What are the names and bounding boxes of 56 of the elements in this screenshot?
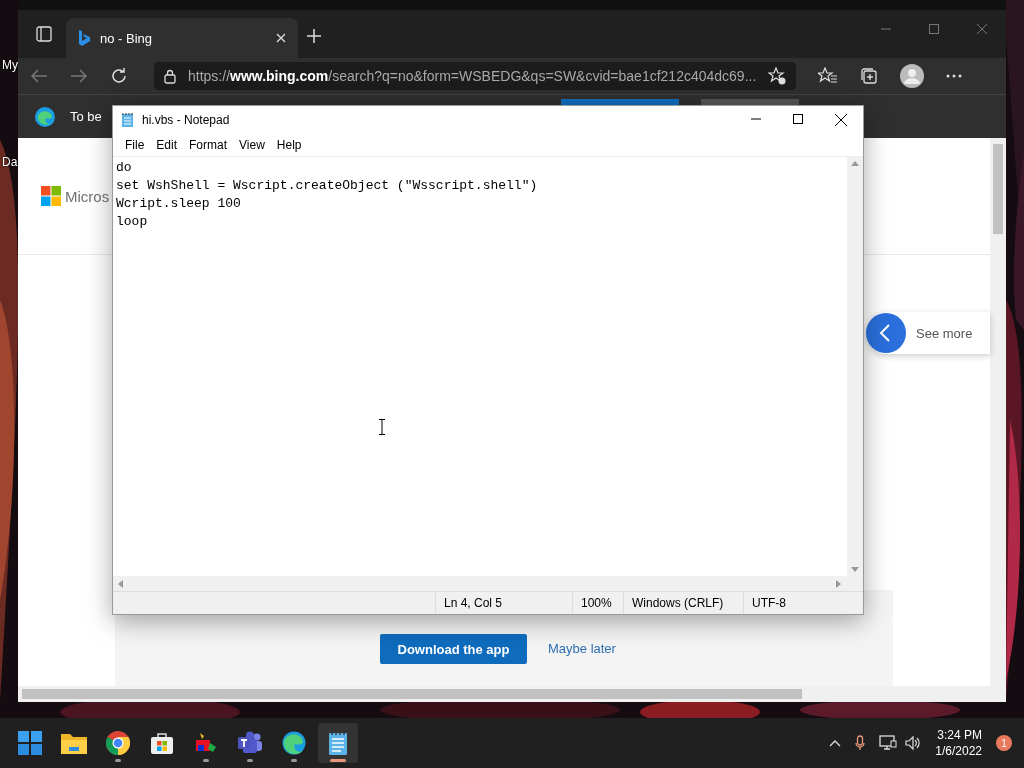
maybe-later-link[interactable]: Maybe later xyxy=(548,634,616,664)
lock-icon xyxy=(164,68,176,84)
window-title: hi.vbs - Notepad xyxy=(142,113,230,127)
store-icon[interactable] xyxy=(150,731,174,755)
notepad-icon[interactable] xyxy=(328,730,348,756)
vertical-scrollbar[interactable] xyxy=(990,138,1006,686)
status-field: Ln 4, Col 5 xyxy=(435,592,572,614)
teams-icon[interactable] xyxy=(237,731,263,755)
volume-icon[interactable] xyxy=(905,735,922,751)
menu-item[interactable]: Edit xyxy=(150,138,184,152)
star-plus-icon[interactable] xyxy=(768,67,787,85)
profile-avatar-icon[interactable] xyxy=(900,64,925,88)
see-more-button[interactable]: See more xyxy=(866,312,990,354)
status-field: 100% xyxy=(572,592,623,614)
menu-item[interactable]: File xyxy=(119,138,151,152)
back-icon[interactable] xyxy=(30,68,48,84)
app-icon[interactable] xyxy=(194,731,218,755)
microsoft-logo-icon xyxy=(41,186,61,206)
download-button[interactable]: Download the app xyxy=(380,634,527,664)
chevron-left-icon xyxy=(866,313,906,353)
chrome-icon[interactable] xyxy=(106,731,130,755)
forward-icon[interactable] xyxy=(70,68,88,84)
browser-tab[interactable]: no - Bing xyxy=(66,18,298,58)
infobar-message: To be xyxy=(70,109,102,124)
collections-icon[interactable] xyxy=(860,67,879,85)
favorites-icon[interactable] xyxy=(818,67,839,85)
start-icon[interactable] xyxy=(18,731,42,755)
url-text: https://www.bing.com/search?q=no&form=WSBEDG&qs=SW&cvid=bae1cf212c404dc69... xyxy=(188,68,757,84)
code-line: do xyxy=(116,159,133,177)
taskbar-button[interactable] xyxy=(318,723,358,763)
address-bar[interactable]: https://www.bing.com/search?q=no&form=WSBEDG&qs=SW&cvid=bae1cf212c404dc69... xyxy=(154,62,797,90)
code-line: Wcript.sleep 100 xyxy=(116,195,242,213)
menu-item[interactable]: Help xyxy=(270,138,308,152)
horizontal-scrollbar[interactable] xyxy=(18,686,1006,702)
code-line: set WshShell = Wscript.createObject ("Wsscript.shell") xyxy=(116,177,539,195)
clock[interactable]: 3:24 PM 1/6/2022 xyxy=(935,727,982,759)
notepad-icon xyxy=(121,112,134,128)
network-icon[interactable] xyxy=(879,735,898,751)
text-editor[interactable]: do set WshShell = Wscript.createObject ("Wsscript.shell") Wcript.sleep 100 loop xyxy=(113,157,847,576)
status-field: Windows (CRLF) xyxy=(623,592,743,614)
bing-icon xyxy=(78,30,90,46)
tab-actions-icon[interactable] xyxy=(36,26,52,42)
folder-icon[interactable] xyxy=(61,732,87,754)
edge-icon[interactable] xyxy=(282,731,306,755)
status-field: UTF-8 xyxy=(743,592,853,614)
text-cursor-icon xyxy=(378,419,386,435)
microphone-icon[interactable] xyxy=(855,735,866,751)
logo-text: Micros xyxy=(65,187,110,205)
more-icon[interactable] xyxy=(946,74,963,78)
menu-item[interactable]: Format xyxy=(183,138,234,152)
new-tab-icon[interactable] xyxy=(307,29,321,43)
chevron-up-icon[interactable] xyxy=(829,739,842,747)
refresh-icon[interactable] xyxy=(110,67,128,85)
code-line: loop xyxy=(116,213,149,231)
edge-logo-icon xyxy=(34,105,56,128)
menu-item[interactable]: View xyxy=(233,138,271,152)
